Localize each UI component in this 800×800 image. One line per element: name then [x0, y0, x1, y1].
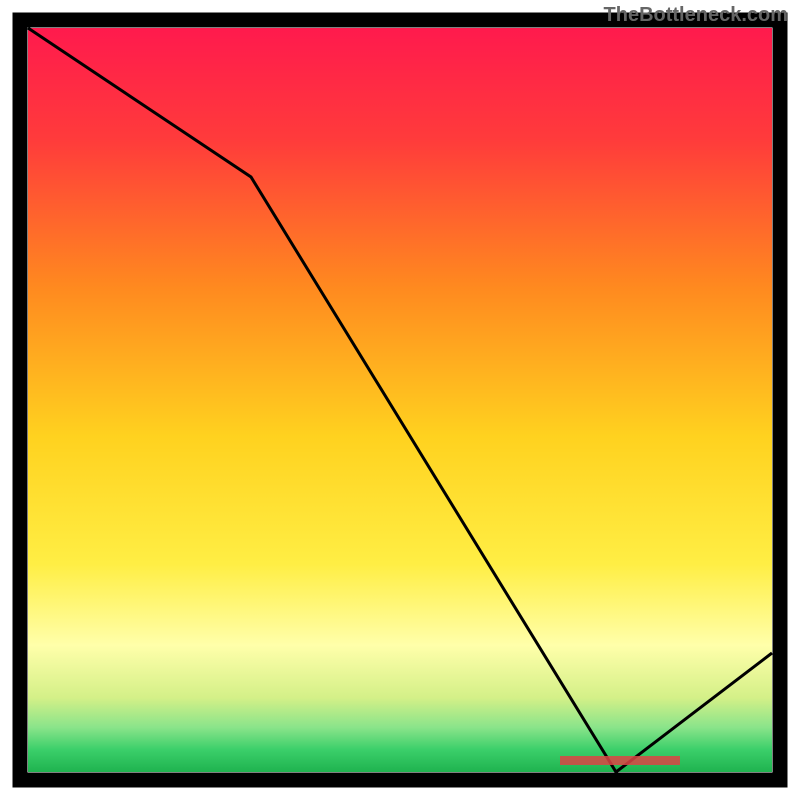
attribution-text: TheBottleneck.com — [604, 4, 788, 27]
bottleneck-chart — [0, 0, 800, 800]
plot-background — [28, 28, 772, 772]
min-marker — [560, 756, 680, 765]
